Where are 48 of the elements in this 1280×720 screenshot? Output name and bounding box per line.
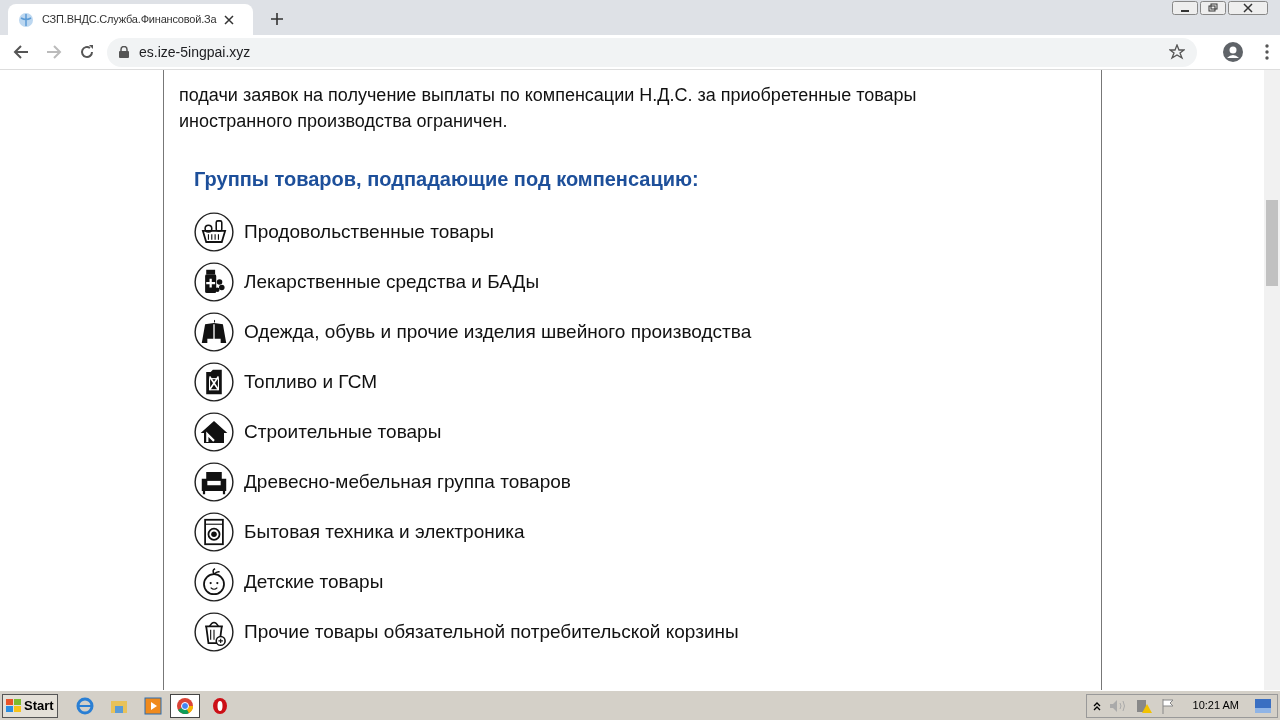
menu-icon[interactable] bbox=[1265, 44, 1269, 60]
browser-icon[interactable] bbox=[75, 696, 94, 715]
close-icon[interactable] bbox=[224, 14, 235, 25]
group-label: Бытовая техника и электроника bbox=[244, 519, 525, 544]
group-label: Прочие товары обязательной потребительской корзины bbox=[244, 619, 739, 644]
star-icon[interactable] bbox=[1169, 44, 1185, 60]
start-button[interactable]: Start bbox=[2, 693, 58, 718]
house-icon bbox=[194, 412, 234, 452]
scrollbar-thumb[interactable] bbox=[1266, 200, 1278, 286]
restore-icon[interactable] bbox=[1200, 1, 1226, 15]
url-text: es.ize-5ingpai.xyz bbox=[139, 42, 251, 62]
taskbar-button[interactable] bbox=[169, 693, 200, 718]
minimize-icon[interactable] bbox=[1172, 1, 1198, 15]
media-player-icon[interactable] bbox=[143, 696, 162, 715]
chevron-up-icon[interactable] bbox=[1092, 700, 1101, 711]
windows-logo-icon bbox=[6, 698, 22, 713]
washing-machine-icon bbox=[194, 512, 234, 552]
profile-icon[interactable] bbox=[1223, 42, 1243, 62]
tab-title: СЗП.ВНДС.Служба.Финансовой.За bbox=[42, 12, 217, 28]
back-icon[interactable] bbox=[13, 44, 29, 60]
address-bar[interactable]: es.ize-5ingpai.xyz bbox=[107, 37, 1197, 67]
medicine-bottle-icon bbox=[194, 262, 234, 302]
group-label: Продовольственные товары bbox=[244, 219, 494, 244]
group-label: Топливо и ГСМ bbox=[244, 369, 378, 394]
jerrycan-icon bbox=[194, 362, 234, 402]
browser-tab[interactable]: СЗП.ВНДС.Служба.Финансовой.За bbox=[8, 4, 253, 35]
scrollbar[interactable] bbox=[1264, 70, 1280, 690]
group-label: Лекарственные средства и БАДы bbox=[244, 269, 540, 294]
clock: 10:21 AM bbox=[1192, 698, 1239, 714]
basket-icon bbox=[194, 212, 234, 252]
reload-icon[interactable] bbox=[79, 44, 95, 60]
chrome-icon bbox=[176, 697, 193, 714]
close-icon[interactable] bbox=[1228, 1, 1268, 15]
basket-plus-icon bbox=[194, 612, 234, 652]
group-label: Строительные товары bbox=[244, 419, 442, 444]
lock-icon bbox=[119, 46, 129, 58]
group-label: Древесно-мебельная группа товаров bbox=[244, 469, 571, 494]
armchair-icon bbox=[194, 462, 234, 502]
group-label: Детские товары bbox=[244, 569, 384, 594]
baby-face-icon bbox=[194, 562, 234, 602]
opera-icon[interactable] bbox=[211, 697, 228, 714]
globe-icon bbox=[18, 11, 34, 28]
paragraph: подачи заявок на получение выплаты по компенсации Н.Д.С. за приобретенные товары иностранного производства ограничен. bbox=[179, 84, 918, 133]
group-label: Одежда, обувь и прочие изделия швейного производства bbox=[244, 319, 752, 344]
new-tab-icon[interactable] bbox=[271, 13, 283, 25]
section-heading: Группы товаров, подпадающие под компенсацию: bbox=[194, 167, 700, 192]
show-desktop-icon[interactable] bbox=[1255, 698, 1271, 713]
flag-icon[interactable] bbox=[1160, 697, 1175, 714]
